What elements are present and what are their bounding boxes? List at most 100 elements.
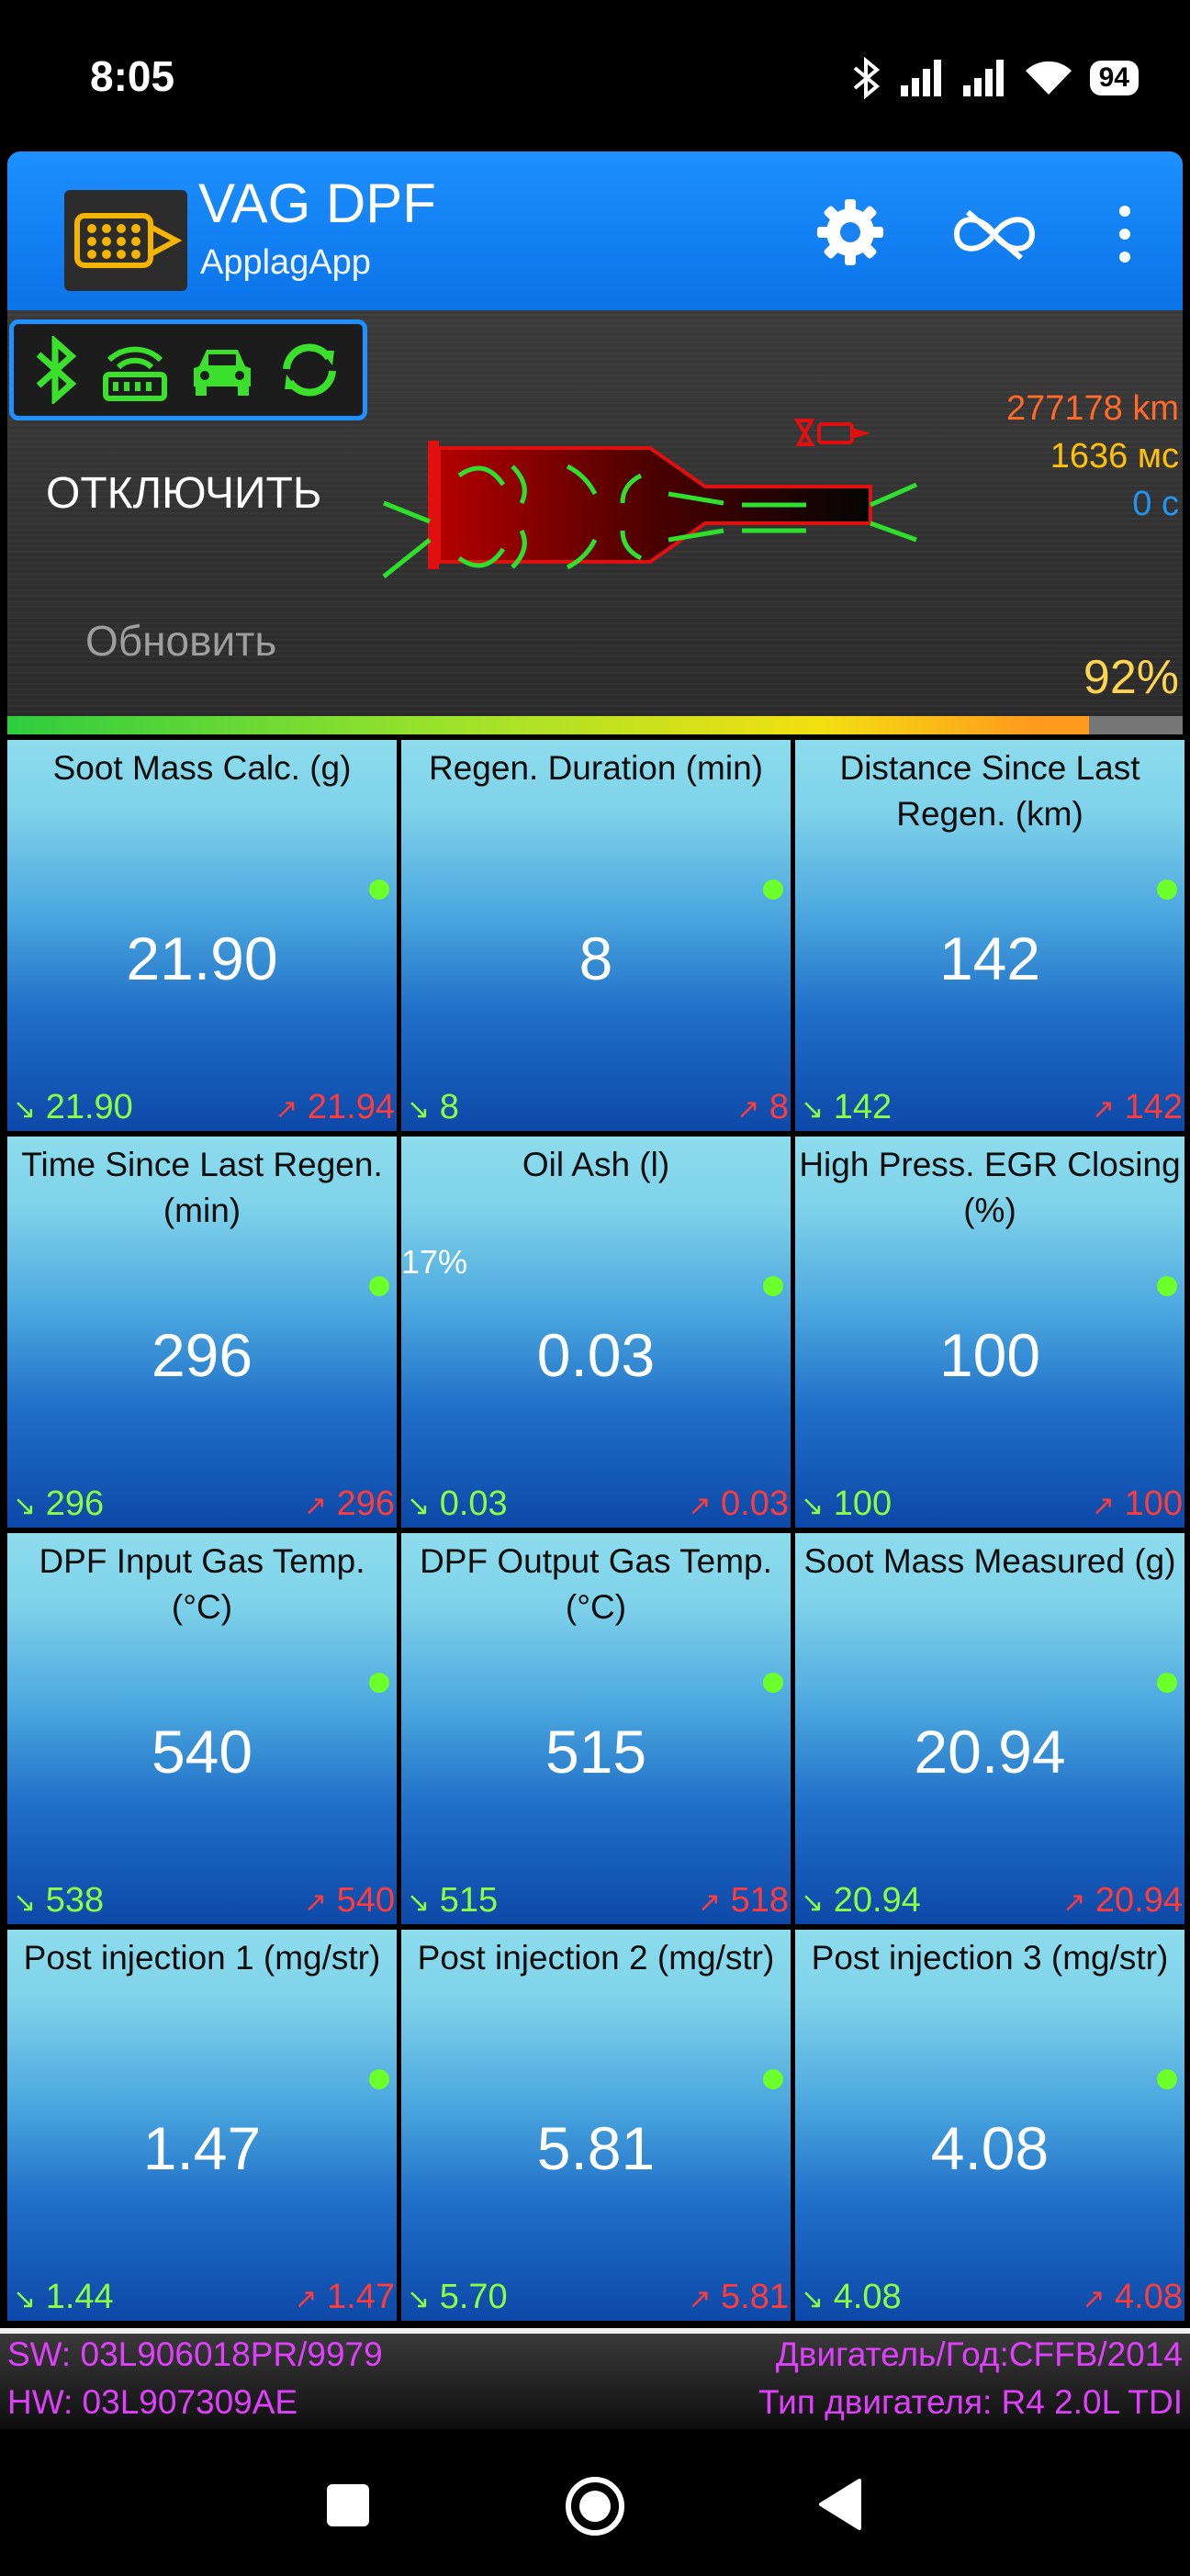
param-tile-dpf-input-temp[interactable]: DPF Input Gas Temp. (°C) 540 ↘ 538 ↗ 540 [7,1533,397,1924]
battery-indicator: 94 [1089,61,1139,95]
tile-max-value: 540 [336,1881,395,1920]
status-dot [763,1276,783,1296]
load-progress-bar [7,716,1183,734]
tile-min: ↘ 21.90 [13,1088,133,1127]
max-arrow-icon: ↗ [736,1094,760,1125]
tile-title: Regen. Duration (min) [429,749,763,787]
tile-min: ↘ 20.94 [801,1881,921,1921]
tile-max-value: 1.47 [327,2278,395,2316]
tile-max-value: 21.94 [307,1088,395,1126]
tile-extra-percent: 17% [401,1243,468,1281]
tile-value: 5.81 [536,2114,656,2182]
tile-max-value: 518 [730,1881,789,1920]
tile-min-value: 4.08 [833,2278,902,2316]
clock: 8:05 [90,52,175,100]
sync-icon[interactable] [275,338,343,402]
tile-min-value: 515 [439,1881,499,1920]
param-tile-egr-closing[interactable]: High Press. EGR Closing (%) 100 ↘ 100 ↗ … [795,1137,1184,1528]
min-arrow-icon: ↘ [13,1887,37,1918]
refresh-button[interactable]: Обновить [85,616,276,666]
param-tile-post-injection-3[interactable]: Post injection 3 (mg/str) 4.08 ↘ 4.08 ↗ … [795,1930,1184,2321]
min-arrow-icon: ↘ [801,1094,825,1125]
tile-max: ↗ 8 [736,1088,789,1127]
param-tile-regen-duration[interactable]: Regen. Duration (min) 8 ↘ 8 ↗ 8 [401,740,791,1131]
tile-max-value: 4.08 [1115,2278,1183,2316]
parameter-grid: Soot Mass Calc. (g) 21.90 ↘ 21.90 ↗ 21.9… [7,740,1184,2321]
status-dot [1157,879,1177,900]
status-dot [763,879,783,900]
tile-max: ↗ 1.47 [294,2278,395,2317]
status-dot [369,1276,389,1296]
tile-max-value: 142 [1124,1088,1183,1126]
status-dot [1157,2069,1177,2089]
tile-min-value: 1.44 [45,2278,114,2316]
tile-min: ↘ 296 [13,1484,104,1524]
tile-title: Post injection 2 (mg/str) [417,1939,775,1977]
tile-min-value: 100 [833,1484,892,1523]
param-tile-soot-mass-measured[interactable]: Soot Mass Measured (g) 20.94 ↘ 20.94 ↗ 2… [795,1533,1184,1924]
param-tile-distance-since-regen[interactable]: Distance Since Last Regen. (km) 142 ↘ 14… [795,740,1184,1131]
tile-value: 0.03 [536,1321,656,1389]
param-tile-dpf-output-temp[interactable]: DPF Output Gas Temp. (°C) 515 ↘ 515 ↗ 51… [401,1533,791,1924]
connection-status-icons [9,319,367,420]
max-arrow-icon: ↗ [1091,1094,1116,1125]
max-arrow-icon: ↗ [303,1887,328,1918]
tile-max-value: 100 [1124,1484,1183,1523]
tile-title: High Press. EGR Closing (%) [799,1146,1181,1229]
tile-min: ↘ 5.70 [407,2278,508,2317]
engine-year: Двигатель/Год:CFFB/2014 [775,2335,1183,2373]
tile-max: ↗ 142 [1092,1088,1183,1127]
min-arrow-icon: ↘ [407,2284,431,2314]
param-tile-post-injection-1[interactable]: Post injection 1 (mg/str) 1.47 ↘ 1.44 ↗ … [7,1930,397,2321]
more-vert-icon[interactable] [1114,202,1136,266]
tile-min: ↘ 100 [801,1484,892,1524]
dpf-status-panel: ОТКЛЮЧИТЬ Обновить 277178 km 1636 мс 0 с… [7,310,1183,723]
system-nav-bar [0,2433,1190,2576]
tile-max-value: 296 [336,1484,395,1523]
disconnect-button[interactable]: ОТКЛЮЧИТЬ [46,468,321,519]
tile-min-value: 296 [45,1484,105,1523]
nav-recents-icon[interactable] [327,2484,369,2526]
tile-min-value: 142 [833,1088,892,1126]
min-arrow-icon: ↘ [407,1887,431,1918]
tile-value: 4.08 [930,2114,1050,2182]
status-dot [763,1673,783,1693]
tile-value: 142 [938,924,1041,992]
nav-home-icon[interactable] [564,2475,626,2537]
tile-title: Post injection 3 (mg/str) [811,1939,1169,1977]
param-tile-oil-ash[interactable]: Oil Ash (l) 17% 0.03 ↘ 0.03 ↗ 0.03 [401,1137,791,1528]
tile-value: 20.94 [914,1718,1066,1786]
nav-back-icon[interactable] [817,2477,863,2532]
loop-off-icon[interactable] [953,207,1036,262]
param-tile-time-since-regen[interactable]: Time Since Last Regen. (min) 296 ↘ 296 ↗… [7,1137,397,1528]
tile-min-value: 8 [439,1088,459,1126]
tile-min: ↘ 4.08 [801,2278,902,2317]
status-dot [369,1673,389,1693]
time-seconds: 0 с [1132,485,1179,523]
bluetooth-status-icon [36,336,77,404]
max-arrow-icon: ↗ [688,1491,712,1521]
tile-min: ↘ 142 [801,1088,892,1127]
param-tile-post-injection-2[interactable]: Post injection 2 (mg/str) 5.81 ↘ 5.70 ↗ … [401,1930,791,2321]
obd-adapter-icon [102,346,167,401]
load-percent: 92% [1083,651,1179,704]
tile-value: 8 [578,924,613,992]
dpf-filter-icon [74,213,183,268]
tile-title: DPF Input Gas Temp. (°C) [39,1542,365,1626]
tile-title: Oil Ash (l) [522,1146,670,1183]
tile-min: ↘ 1.44 [13,2278,114,2317]
signal-icon [900,60,941,96]
min-arrow-icon: ↘ [13,1491,37,1521]
min-arrow-icon: ↘ [407,1491,431,1521]
tile-value: 100 [938,1321,1041,1389]
param-tile-soot-mass-calc[interactable]: Soot Mass Calc. (g) 21.90 ↘ 21.90 ↗ 21.9… [7,740,397,1131]
tile-min-value: 0.03 [439,1484,508,1523]
tile-min-value: 538 [45,1881,105,1920]
tile-min: ↘ 538 [13,1881,104,1921]
tile-min-value: 20.94 [833,1881,921,1920]
response-time-ms: 1636 мс [1050,437,1179,476]
tile-max: ↗ 4.08 [1082,2278,1183,2317]
hardware-version: HW: 03L907309AE [7,2383,298,2421]
settings-gear-icon[interactable] [815,197,885,267]
tile-max: ↗ 540 [304,1881,395,1921]
